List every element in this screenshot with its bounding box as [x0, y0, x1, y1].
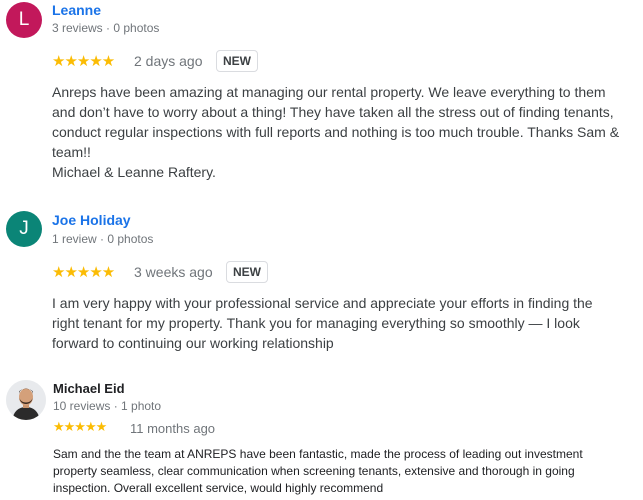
review-date: 11 months ago	[130, 421, 216, 436]
author-name[interactable]: Joe Holiday	[52, 212, 131, 228]
person-photo-icon	[6, 380, 46, 420]
review-text: I am very happy with your professional s…	[52, 295, 593, 351]
author-name[interactable]: Michael Eid	[53, 381, 125, 396]
avatar-photo[interactable]	[6, 380, 46, 420]
review-text: Anreps have been amazing at managing our…	[52, 84, 620, 180]
star-rating: ★★★★★	[52, 264, 115, 281]
author-name[interactable]: Leanne	[52, 2, 101, 18]
new-badge: NEW	[226, 261, 268, 283]
new-badge: NEW	[216, 50, 258, 72]
star-rating: ★★★★★	[52, 53, 115, 70]
review-text: Sam and the the team at ANREPS have been…	[53, 447, 583, 495]
author-meta: 3 reviews · 0 photos	[52, 21, 160, 35]
star-rating: ★★★★★	[53, 419, 107, 434]
author-meta: 10 reviews · 1 photo	[53, 399, 162, 413]
author-meta: 1 review · 0 photos	[52, 232, 154, 246]
avatar[interactable]: L	[6, 2, 42, 38]
review-date: 2 days ago	[134, 53, 203, 69]
review-date: 3 weeks ago	[134, 264, 213, 280]
avatar[interactable]: J	[6, 211, 42, 247]
